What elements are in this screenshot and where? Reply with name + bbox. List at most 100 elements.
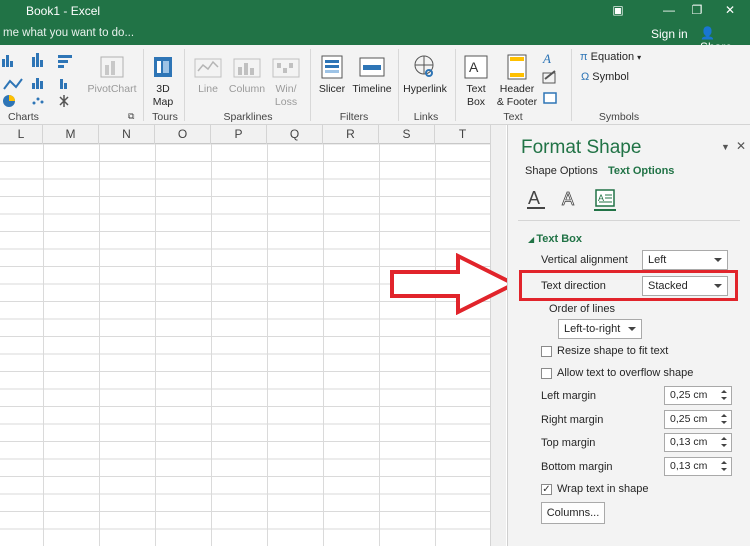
ribbon-display-icon[interactable]: ▣ <box>604 1 632 19</box>
group-label-filters: Filters <box>339 111 369 123</box>
cell-grid[interactable] <box>0 144 490 546</box>
winloss-label-1: Win/ <box>275 83 297 95</box>
vertical-alignment-value: Left <box>648 254 667 266</box>
tab-text-options[interactable]: Text Options <box>608 165 674 177</box>
group-label-charts: Charts <box>8 111 39 123</box>
excel-window: Book1 - Excel ▣ — ❐ ✕ me what you want t… <box>0 0 750 546</box>
pane-options-icon[interactable]: ▼ <box>721 142 730 152</box>
minimize-button[interactable]: — <box>655 1 683 19</box>
chart-type-icons[interactable] <box>2 51 82 107</box>
column-header[interactable]: P <box>211 125 267 144</box>
wrap-text-checkbox[interactable]: ✓ <box>541 484 552 495</box>
top-margin-label: Top margin <box>541 437 596 449</box>
symbol-button[interactable]: Ω Symbol <box>581 71 629 84</box>
pivotchart-icon <box>100 56 124 78</box>
text-effects-icon: A <box>562 189 575 210</box>
column-header[interactable]: S <box>379 125 435 144</box>
symbol-label: Symbol <box>592 71 629 83</box>
column-header[interactable]: R <box>323 125 379 144</box>
resize-shape-label: Resize shape to fit text <box>557 345 669 357</box>
text-direction-highlight-box <box>519 270 738 301</box>
chevron-down-icon <box>714 258 722 262</box>
hyperlink-button[interactable]: Hyperlink <box>401 53 449 96</box>
column-header[interactable]: M <box>43 125 99 144</box>
vertical-scrollbar[interactable] <box>490 125 506 546</box>
timeline-button[interactable]: Timeline <box>350 53 394 96</box>
pivotchart-label: PivotChart <box>87 83 137 95</box>
text-small-icons[interactable]: A <box>541 51 567 107</box>
left-margin-spinner[interactable]: 0,25 cm <box>664 386 732 405</box>
sparkline-line-label: Line <box>198 83 218 95</box>
column-header[interactable]: O <box>155 125 211 144</box>
tab-shape-options[interactable]: Shape Options <box>525 165 598 177</box>
bottom-margin-value: 0,13 cm <box>670 460 708 472</box>
vertical-alignment-dropdown[interactable]: Left <box>642 250 728 270</box>
column-header[interactable]: L <box>0 125 43 144</box>
text-fill-outline-button[interactable]: A <box>525 187 547 211</box>
textbox-layout-button[interactable]: A <box>594 187 616 211</box>
spin-down-icon[interactable] <box>721 421 727 424</box>
ribbon-separator <box>310 49 311 121</box>
spin-down-icon[interactable] <box>721 444 727 447</box>
spin-up-icon[interactable] <box>721 390 727 393</box>
close-button[interactable]: ✕ <box>716 1 744 19</box>
ribbon-separator <box>143 49 144 121</box>
3d-map-button[interactable]: 3D Map <box>146 53 180 109</box>
overflow-checkbox[interactable] <box>541 368 552 379</box>
column-header[interactable]: N <box>99 125 155 144</box>
text-effects-button[interactable]: A <box>559 187 581 211</box>
spin-down-icon[interactable] <box>721 468 727 471</box>
sparkline-column-label: Column <box>228 83 266 95</box>
hyperlink-globe-icon <box>414 55 434 77</box>
column-header[interactable]: T <box>435 125 490 144</box>
left-margin-label: Left margin <box>541 390 597 402</box>
restore-button[interactable]: ❐ <box>683 1 711 19</box>
pane-close-icon[interactable]: ✕ <box>736 139 746 153</box>
equation-button[interactable]: π Equation ▾ <box>580 51 641 64</box>
spin-up-icon[interactable] <box>721 461 727 464</box>
right-margin-spinner[interactable]: 0,25 cm <box>664 410 732 429</box>
bottom-margin-spinner[interactable]: 0,13 cm <box>664 457 732 476</box>
format-shape-pane: Format Shape ▼ ✕ Shape Options Text Opti… <box>507 125 750 546</box>
tell-me-bar: me what you want to do... Sign in 👤 Shar… <box>0 22 750 54</box>
sparkline-winloss-button[interactable]: Win/ Loss <box>268 53 304 109</box>
omega-icon: Ω <box>581 71 593 83</box>
svg-text:A: A <box>469 59 479 75</box>
timeline-label: Timeline <box>352 83 392 95</box>
charts-dialog-launcher-icon[interactable]: ⧉ <box>128 111 134 122</box>
resize-shape-checkbox[interactable] <box>541 346 552 357</box>
vertical-alignment-label: Vertical alignment <box>541 254 628 266</box>
pivotchart-button[interactable]: PivotChart <box>86 53 138 96</box>
top-margin-spinner[interactable]: 0,13 cm <box>664 433 732 452</box>
globe-map-icon <box>154 57 172 77</box>
order-of-lines-dropdown[interactable]: Left-to-right <box>558 319 642 339</box>
right-margin-label: Right margin <box>541 414 604 426</box>
ribbon-separator <box>184 49 185 121</box>
chevron-down-icon: ▾ <box>637 53 642 62</box>
3d-map-label-2: Map <box>152 96 174 108</box>
winloss-label-2: Loss <box>274 96 298 108</box>
column-header[interactable]: Q <box>267 125 323 144</box>
title-bar: Book1 - Excel ▣ — ❐ ✕ <box>0 0 750 22</box>
order-of-lines-label: Order of lines <box>549 303 616 315</box>
sparkline-column-button[interactable]: Column <box>226 53 268 96</box>
sign-in-link[interactable]: Sign in <box>651 27 688 41</box>
top-margin-value: 0,13 cm <box>670 436 708 448</box>
spin-up-icon[interactable] <box>721 437 727 440</box>
sparkline-line-button[interactable]: Line <box>190 53 226 96</box>
text-box-button[interactable]: A Text Box <box>460 53 492 109</box>
pi-icon: π <box>580 51 591 63</box>
spin-up-icon[interactable] <box>721 414 727 417</box>
slicer-label: Slicer <box>318 83 346 95</box>
overflow-label: Allow text to overflow shape <box>557 367 694 379</box>
tell-me-input[interactable]: me what you want to do... <box>3 27 134 39</box>
section-text-box[interactable]: ◢ Text Box <box>528 233 582 245</box>
spin-down-icon[interactable] <box>721 397 727 400</box>
red-arrow-annotation <box>390 253 518 315</box>
header-footer-button[interactable]: Header & Footer <box>494 53 540 109</box>
3d-map-label-1: 3D <box>156 83 170 95</box>
columns-button[interactable]: Columns... <box>541 502 605 524</box>
slicer-button[interactable]: Slicer <box>314 53 350 96</box>
text-fill-icon: A <box>527 188 545 209</box>
slicer-icon <box>321 55 343 79</box>
